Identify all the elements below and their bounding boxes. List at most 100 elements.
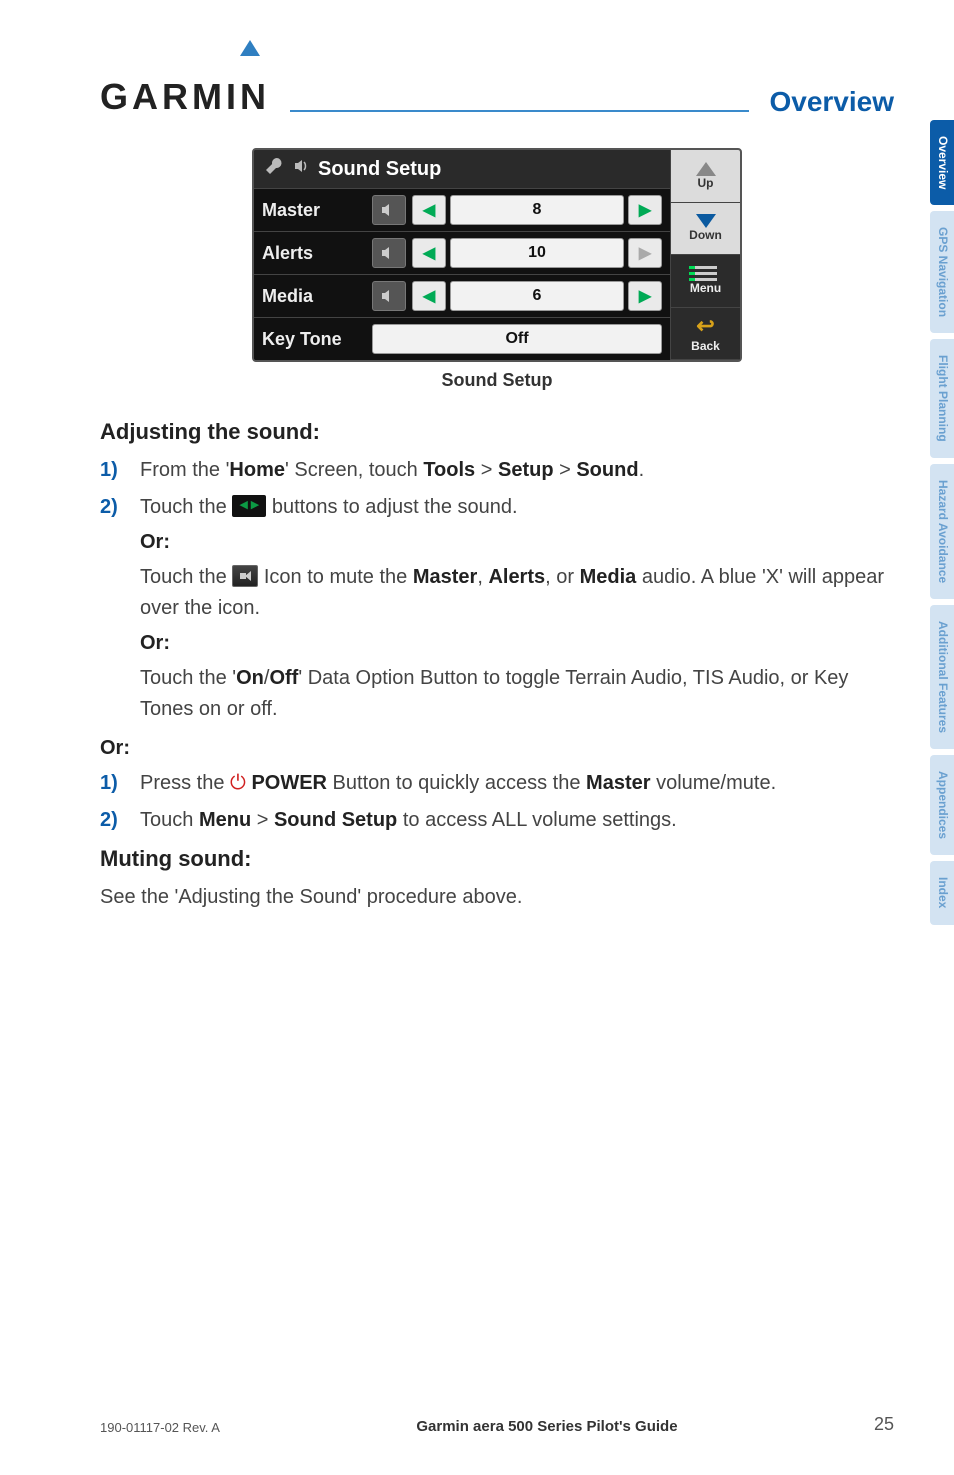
screenshot-caption: Sound Setup (100, 370, 894, 391)
text: to access ALL volume settings. (397, 809, 676, 831)
text: Touch the ' (140, 667, 236, 689)
tab-additional-features[interactable]: Additional Features (930, 605, 954, 749)
back-label: Back (691, 339, 720, 353)
page-footer: 190-01117-02 Rev. A Garmin aera 500 Seri… (100, 1414, 894, 1435)
power-ref: POWER (251, 772, 327, 794)
step-number: 1) (100, 768, 140, 799)
text: Touch the (140, 566, 232, 588)
media-mute-button[interactable] (372, 281, 406, 311)
up-label: Up (698, 176, 714, 190)
tab-index[interactable]: Index (930, 861, 954, 924)
off-ref: Off (269, 667, 298, 689)
alt-step-1-body: Press the ⏻ POWER Button to quickly acce… (140, 768, 894, 799)
muting-cross-reference: See the 'Adjusting the Sound' procedure … (100, 882, 894, 913)
alt-steps: 1) Press the ⏻ POWER Button to quickly a… (100, 768, 894, 836)
screenshot-title: Sound Setup (318, 158, 441, 181)
onoff-instruction: Touch the 'On/Off' Data Option Button to… (140, 663, 894, 725)
tab-overview[interactable]: Overview (930, 120, 954, 205)
header-rule (290, 110, 749, 112)
master-ref: Master (586, 772, 650, 794)
text: Press the (140, 772, 230, 794)
or-divider: Or: (140, 531, 894, 554)
media-increase-button[interactable]: ▶ (628, 281, 662, 311)
tab-hazard-avoidance[interactable]: Hazard Avoidance (930, 464, 954, 599)
alerts-mute-button[interactable] (372, 238, 406, 268)
text: Button to quickly access the (327, 772, 586, 794)
alerts-label: Alerts (262, 243, 372, 264)
adjusting-steps: 1) From the 'Home' Screen, touch Tools >… (100, 455, 894, 523)
muting-sound-heading: Muting sound: (100, 846, 894, 872)
keytone-label: Key Tone (262, 329, 372, 350)
tab-flight-planning[interactable]: Flight Planning (930, 339, 954, 458)
setup-ref: Setup (498, 459, 554, 481)
master-decrease-button[interactable]: ◀ (412, 195, 446, 225)
brand-logo: GARMIN (100, 40, 270, 118)
text: Touch (140, 809, 199, 831)
left-right-arrows-icon (232, 495, 266, 517)
tab-gps-navigation[interactable]: GPS Navigation (930, 211, 954, 333)
text: Icon to mute the (258, 566, 413, 588)
power-icon: ⏻ (230, 772, 246, 794)
master-ref: Master (413, 566, 477, 588)
master-value: 8 (450, 195, 624, 225)
master-increase-button[interactable]: ▶ (628, 195, 662, 225)
on-ref: On (236, 667, 264, 689)
side-tabs: Overview GPS Navigation Flight Planning … (930, 120, 954, 925)
alerts-value: 10 (450, 238, 624, 268)
up-button[interactable]: Up (671, 150, 740, 203)
wrench-icon (264, 156, 284, 182)
step-number: 2) (100, 492, 140, 523)
sound-setup-screenshot: Sound Setup Master ◀ 8 ▶ Alerts ◀ 10 ▶ M… (252, 148, 742, 362)
menu-label: Menu (690, 281, 721, 295)
menu-button[interactable]: Menu (671, 255, 740, 308)
doc-revision: 190-01117-02 Rev. A (100, 1420, 220, 1435)
menu-icon (695, 266, 717, 281)
keytone-value[interactable]: Off (372, 324, 662, 354)
media-row: Media ◀ 6 ▶ (254, 274, 670, 317)
master-label: Master (262, 200, 372, 221)
media-value: 6 (450, 281, 624, 311)
step-2-body: Touch the buttons to adjust the sound. (140, 492, 894, 523)
down-label: Down (689, 228, 722, 242)
down-button[interactable]: Down (671, 203, 740, 256)
alerts-row: Alerts ◀ 10 ▶ (254, 231, 670, 274)
text: buttons to adjust the sound. (266, 496, 517, 518)
text: ' Screen, touch (285, 459, 423, 481)
media-ref: Media (580, 566, 637, 588)
or-divider: Or: (140, 632, 894, 655)
alerts-increase-button[interactable]: ▶ (628, 238, 662, 268)
media-label: Media (262, 286, 372, 307)
text: From the ' (140, 459, 229, 481)
logo-triangle-icon (240, 40, 260, 56)
home-ref: Home (229, 459, 285, 481)
step-number: 2) (100, 805, 140, 836)
step-1-body: From the 'Home' Screen, touch Tools > Se… (140, 455, 894, 486)
alerts-decrease-button[interactable]: ◀ (412, 238, 446, 268)
master-row: Master ◀ 8 ▶ (254, 188, 670, 231)
adjusting-sound-heading: Adjusting the sound: (100, 419, 894, 445)
tools-ref: Tools (423, 459, 475, 481)
section-title: Overview (769, 86, 894, 118)
speaker-mute-icon (232, 565, 258, 587)
speaker-title-icon (292, 157, 310, 181)
page-header: GARMIN Overview (100, 40, 894, 118)
alt-step-2-body: Touch Menu > Sound Setup to access ALL v… (140, 805, 894, 836)
alerts-ref: Alerts (488, 566, 545, 588)
text: Touch the (140, 496, 232, 518)
mute-instruction: Touch the Icon to mute the Master, Alert… (140, 562, 894, 624)
tab-appendices[interactable]: Appendices (930, 755, 954, 855)
step-number: 1) (100, 455, 140, 486)
menu-ref: Menu (199, 809, 251, 831)
brand-name: GARMIN (100, 76, 270, 118)
text: volume/mute. (651, 772, 777, 794)
back-arrow-icon: ↩ (696, 313, 714, 339)
media-decrease-button[interactable]: ◀ (412, 281, 446, 311)
page-number: 25 (874, 1414, 894, 1435)
back-button[interactable]: ↩ Back (671, 308, 740, 361)
keytone-row: Key Tone Off (254, 317, 670, 360)
screenshot-title-bar: Sound Setup (254, 150, 670, 188)
triangle-down-icon (696, 214, 716, 228)
or-main-divider: Or: (100, 737, 894, 760)
master-mute-button[interactable] (372, 195, 406, 225)
sound-setup-ref: Sound Setup (274, 809, 397, 831)
